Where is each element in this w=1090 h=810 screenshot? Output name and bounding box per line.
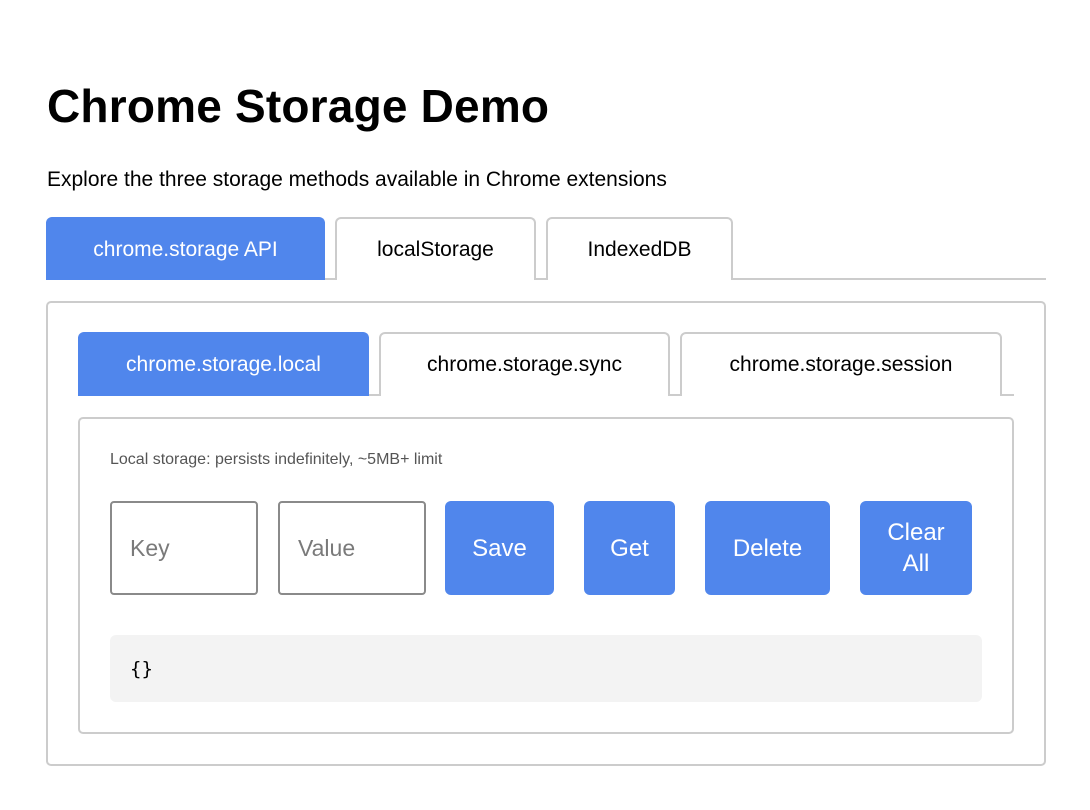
tab-storage-session[interactable]: chrome.storage.session — [680, 332, 1002, 396]
key-input[interactable] — [110, 501, 258, 595]
delete-button[interactable]: Delete — [705, 501, 830, 595]
tab-chrome-storage-api[interactable]: chrome.storage API — [46, 217, 325, 280]
storage-area-tab-bar: chrome.storage.local chrome.storage.sync… — [78, 332, 1014, 396]
value-input[interactable] — [278, 501, 426, 595]
save-button[interactable]: Save — [445, 501, 554, 595]
storage-output-text: {} — [130, 657, 153, 680]
clear-all-button[interactable]: Clear All — [860, 501, 972, 595]
tab-storage-local[interactable]: chrome.storage.local — [78, 332, 369, 396]
tab-indexeddb[interactable]: IndexedDB — [546, 217, 733, 280]
get-button[interactable]: Get — [584, 501, 675, 595]
tab-localstorage[interactable]: localStorage — [335, 217, 536, 280]
storage-api-tab-bar: chrome.storage API localStorage IndexedD… — [46, 217, 1046, 280]
tab-storage-sync[interactable]: chrome.storage.sync — [379, 332, 670, 396]
page-title: Chrome Storage Demo — [47, 80, 550, 132]
storage-output: {} — [110, 635, 982, 702]
page-subtitle: Explore the three storage methods availa… — [47, 168, 667, 191]
page: Chrome Storage Demo Explore the three st… — [0, 0, 1090, 810]
storage-description: Local storage: persists indefinitely, ~5… — [110, 451, 443, 468]
